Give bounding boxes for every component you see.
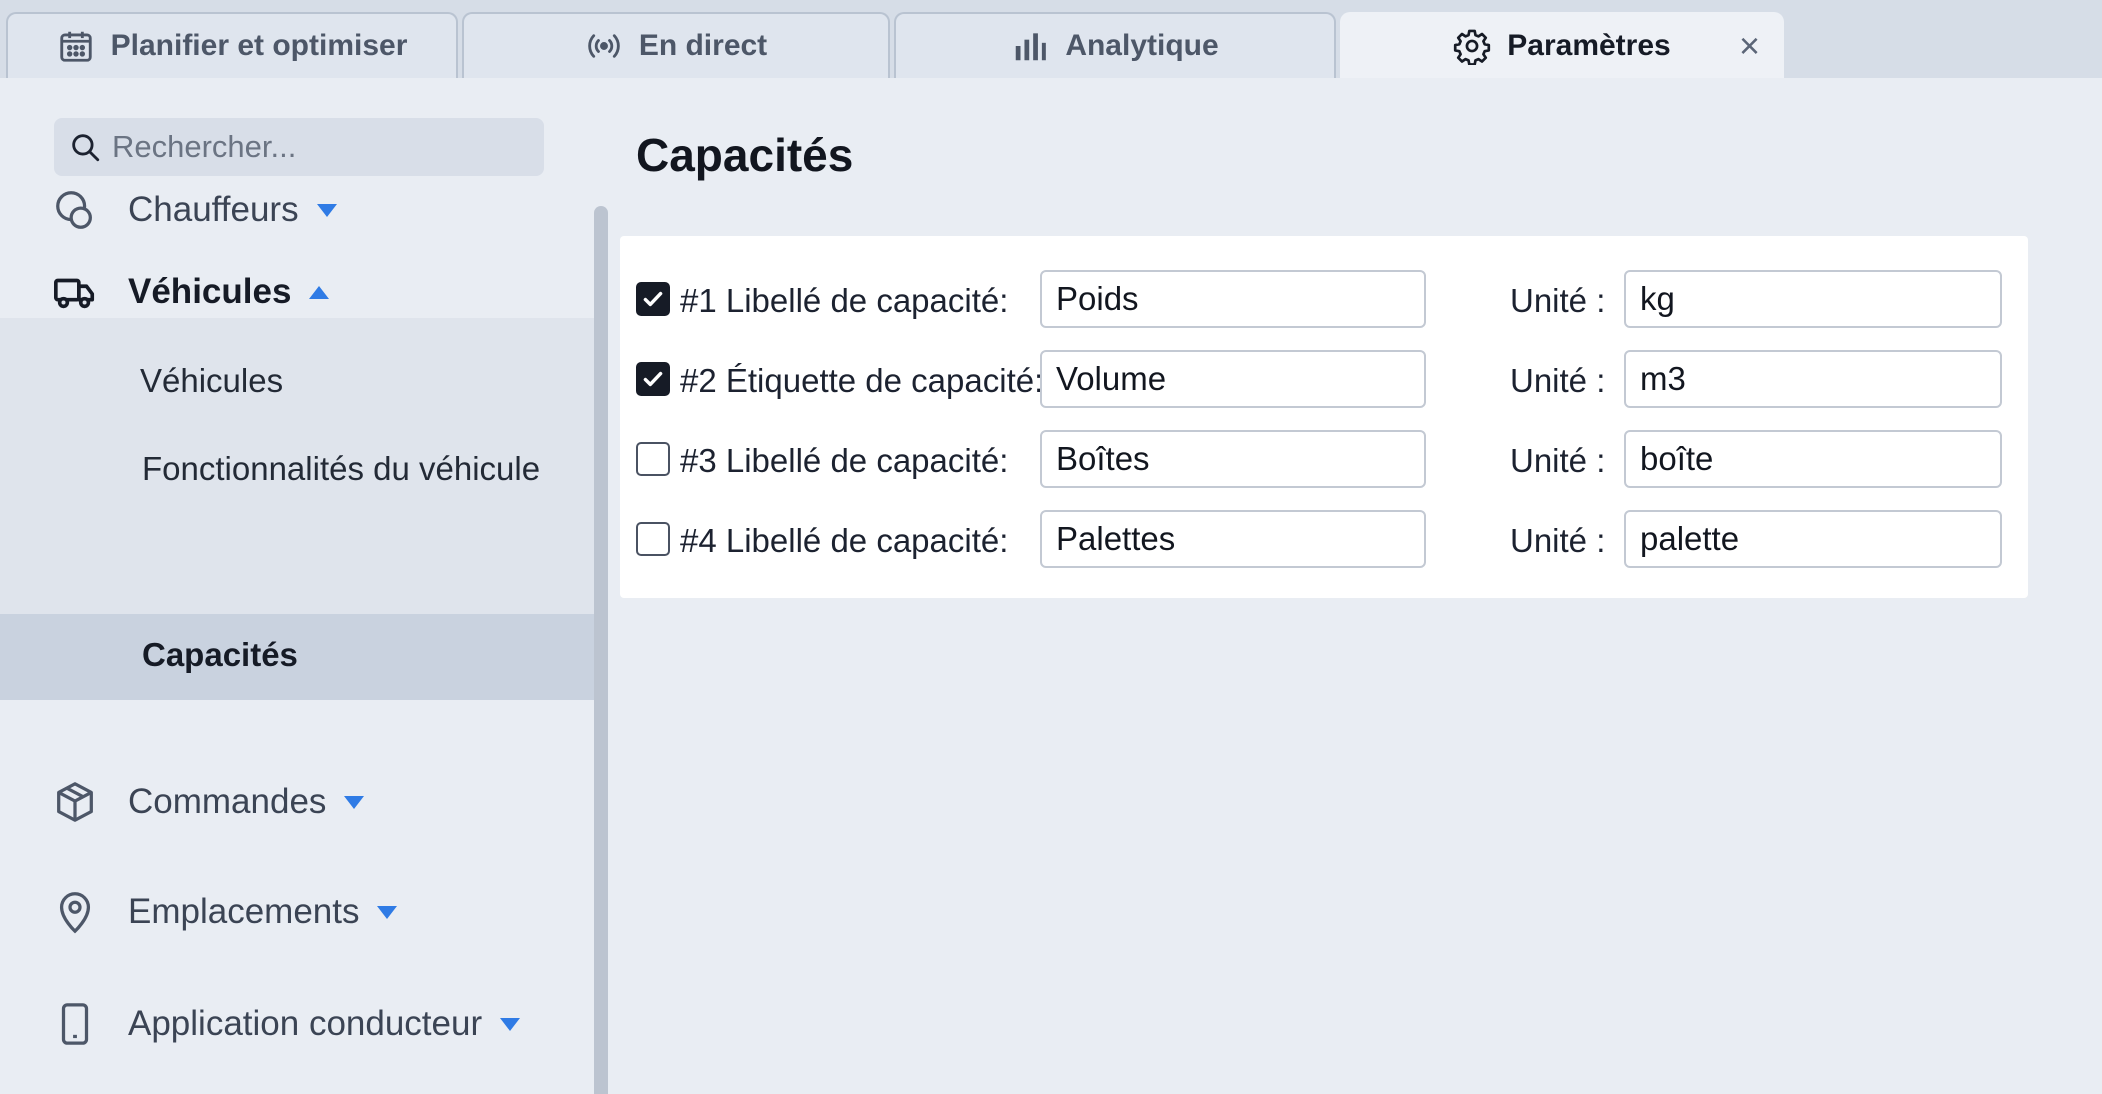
driver-icon (56, 191, 92, 229)
capacity-checkbox[interactable] (636, 522, 670, 556)
sidebar-item-vehicules[interactable]: Véhicules (0, 246, 594, 338)
capacity-row: #2 Étiquette de capacité: Unité : (620, 350, 2028, 408)
tab-label: Paramètres (1507, 29, 1671, 62)
chevron-up-icon (309, 285, 330, 299)
chevron-down-icon (344, 795, 365, 809)
sidebar-item-commandes[interactable]: Commandes (0, 756, 594, 848)
unit-label: Unité : (1510, 362, 1606, 399)
sidebar-item-label: Véhicules (128, 272, 292, 311)
chevron-down-icon (500, 1017, 521, 1031)
chevron-down-icon (377, 905, 398, 919)
search-icon (72, 134, 100, 162)
tab-label: En direct (638, 29, 768, 62)
tab-bar: Planifier et optimiser En direct Analyti… (0, 0, 2102, 78)
package-icon (57, 782, 93, 822)
capacity-unit-field[interactable] (1624, 350, 2002, 408)
sidebar-item-label: Commandes (128, 782, 327, 821)
capacity-label: #2 Étiquette de capacité: (680, 362, 1044, 399)
checkmark-icon (643, 291, 663, 307)
unit-label: Unité : (1510, 282, 1606, 319)
sidebar-subitem-capacites[interactable]: Capacités (0, 614, 594, 700)
sidebar-item-label: Emplacements (128, 892, 360, 931)
capacity-checkbox[interactable] (636, 282, 670, 316)
capacities-panel: #1 Libellé de capacité: Unité : #2 Étiqu… (620, 236, 2028, 598)
gear-icon (1454, 29, 1491, 65)
capacity-name-field[interactable] (1040, 270, 1426, 328)
capacity-unit-field[interactable] (1624, 270, 2002, 328)
capacity-label: #4 Libellé de capacité: (680, 522, 1009, 559)
capacity-label: #1 Libellé de capacité: (680, 282, 1009, 319)
sidebar-item-emplacements[interactable]: Emplacements (0, 866, 594, 958)
capacity-checkbox[interactable] (636, 442, 670, 476)
bar-chart-icon (1016, 33, 1047, 61)
sidebar-subitem-label: Fonctionnalités du véhicule (142, 450, 541, 487)
capacity-row: #3 Libellé de capacité: Unité : (620, 430, 2028, 488)
calendar-icon (59, 31, 92, 62)
close-tab-button[interactable]: × (1739, 28, 1760, 64)
capacity-row: #4 Libellé de capacité: Unité : (620, 510, 2028, 568)
search-input[interactable] (112, 129, 532, 165)
tab-analytique[interactable]: Analytique (894, 12, 1336, 78)
sidebar-subitem-fonctionnalites[interactable]: Fonctionnalités du véhicule (0, 428, 594, 512)
capacity-unit-field[interactable] (1624, 510, 2002, 568)
tab-parametres[interactable]: Paramètres × (1340, 12, 1784, 78)
capacity-name-field[interactable] (1040, 350, 1426, 408)
capacity-unit-field[interactable] (1624, 430, 2002, 488)
sidebar-item-application-conducteur[interactable]: Application conducteur (0, 978, 594, 1070)
capacity-checkbox[interactable] (636, 362, 670, 396)
page-title: Capacités (636, 129, 854, 181)
capacity-label: #3 Libellé de capacité: (680, 442, 1009, 479)
capacity-name-field[interactable] (1040, 510, 1426, 568)
location-pin-icon (59, 892, 91, 934)
unit-label: Unité : (1510, 442, 1606, 479)
sidebar-subitem-vehicules[interactable]: Véhicules (0, 340, 594, 424)
sidebar-subitem-label: Véhicules (140, 362, 284, 399)
capacity-name-field[interactable] (1040, 430, 1426, 488)
sidebar-item-label: Application conducteur (128, 1004, 483, 1043)
capacity-row: #1 Libellé de capacité: Unité : (620, 270, 2028, 328)
tab-label: Planifier et optimiser (110, 29, 408, 62)
tab-label: Analytique (1065, 29, 1219, 62)
sidebar-item-chauffeurs[interactable]: Chauffeurs (0, 164, 594, 256)
broadcast-icon (588, 34, 620, 58)
sidebar-subitem-label: Capacités (142, 636, 298, 673)
unit-label: Unité : (1510, 522, 1606, 559)
truck-icon (54, 278, 95, 309)
phone-icon (61, 1003, 89, 1045)
checkmark-icon (643, 371, 663, 387)
tab-planifier[interactable]: Planifier et optimiser (6, 12, 458, 78)
sidebar-scrollbar[interactable] (594, 206, 608, 1094)
sidebar: Chauffeurs Véhicules Véhicules Fonctionn… (0, 78, 594, 1094)
chevron-down-icon (316, 203, 337, 217)
tab-en-direct[interactable]: En direct (462, 12, 890, 78)
sidebar-item-label: Chauffeurs (128, 190, 299, 229)
